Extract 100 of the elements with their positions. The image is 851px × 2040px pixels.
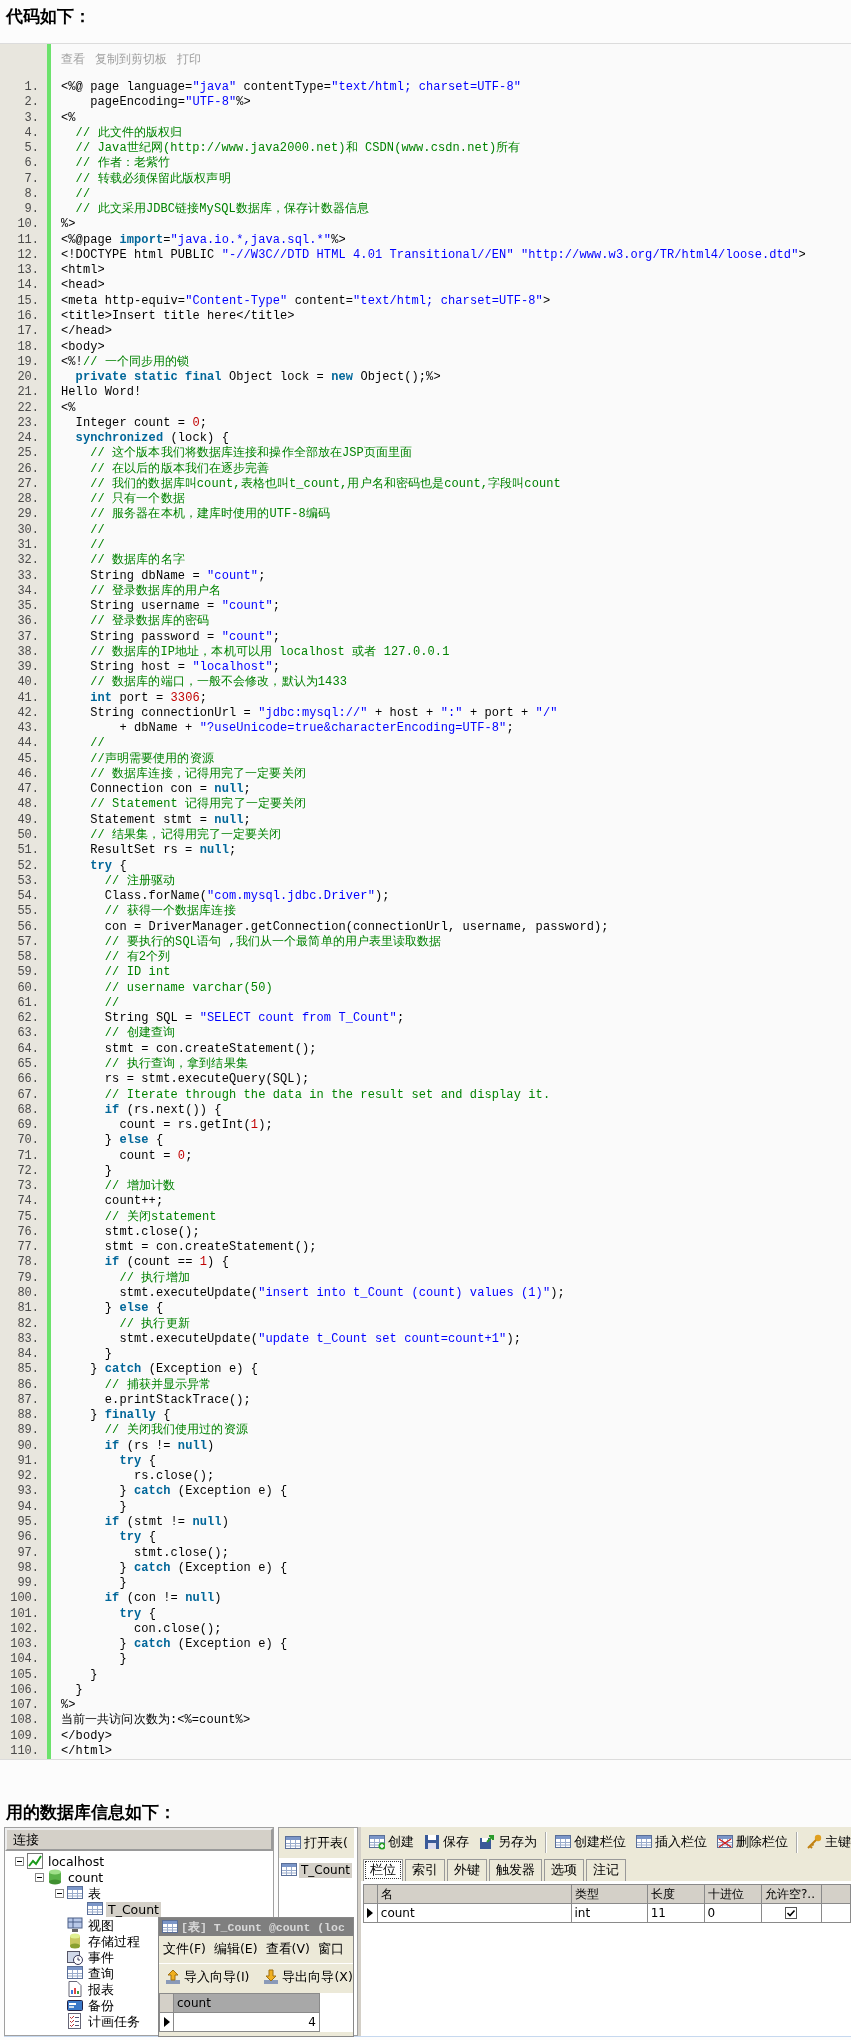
menu-item[interactable]: 编辑(E) bbox=[213, 1939, 258, 1960]
line-number: 94. bbox=[17, 1499, 39, 1514]
code-line: } finally { bbox=[89, 1408, 171, 1423]
menu-item[interactable]: 查看(V) bbox=[265, 1939, 310, 1960]
line-number: 105. bbox=[10, 1667, 39, 1682]
code-line: // Java世纪网(http://www.java2000.net)和 CSDN(www.csdn.net)所有 bbox=[74, 141, 521, 156]
code-line: } else { bbox=[103, 1133, 164, 1149]
table-icon bbox=[636, 1834, 652, 1851]
line-number: 108. bbox=[10, 1713, 39, 1728]
tree-item[interactable]: 计画任务 bbox=[86, 2013, 142, 2029]
code-line: } else { bbox=[103, 1301, 164, 1317]
code-line: + dbName + "?useUnicode=true&characterEncoding=UTF-8"; bbox=[118, 721, 514, 737]
code-line: <% bbox=[61, 400, 76, 416]
tab[interactable]: 选项 bbox=[544, 1859, 584, 1882]
line-number: 97. bbox=[17, 1545, 39, 1560]
tree-item[interactable]: 视图 bbox=[86, 1917, 116, 1933]
expander-icon[interactable] bbox=[35, 1872, 44, 1882]
line-number: 53. bbox=[17, 873, 39, 888]
code-line: } catch (Exception e) { bbox=[118, 1637, 288, 1653]
tree-item[interactable]: T_Count bbox=[106, 1901, 161, 1917]
tree-item[interactable]: 查询 bbox=[86, 1965, 116, 1981]
tree-item[interactable]: 备份 bbox=[86, 1997, 116, 2013]
table-icon bbox=[285, 1835, 301, 1852]
line-number: 74. bbox=[17, 1194, 39, 1209]
toolbar-button[interactable]: 插入栏位 bbox=[632, 1831, 711, 1853]
toolbar-button[interactable]: 主键 bbox=[802, 1831, 851, 1853]
table-icon bbox=[67, 1965, 83, 1982]
tab[interactable]: 索引 bbox=[405, 1859, 445, 1882]
code-line: // 数据库的IP地址，本机可以用 localhost 或者 127.0.0.1 bbox=[89, 644, 450, 661]
code-line: // 注册驱动 bbox=[103, 873, 176, 890]
expander-icon[interactable] bbox=[55, 1888, 64, 1898]
line-number: 104. bbox=[10, 1652, 39, 1667]
code-line: stmt = con.createStatement(); bbox=[103, 1041, 317, 1057]
tree-item[interactable]: 事件 bbox=[86, 1949, 116, 1965]
tree-item[interactable]: 存储过程 bbox=[86, 1933, 142, 1949]
code-line: // bbox=[89, 537, 105, 554]
code-line: if (rs != null) bbox=[103, 1438, 215, 1454]
toolbar-button[interactable]: 导入向导(I) bbox=[161, 1966, 254, 1988]
table-cell: 11 bbox=[647, 1903, 705, 1923]
line-number: 57. bbox=[17, 934, 39, 949]
line-number: 67. bbox=[17, 1087, 39, 1102]
code-line: // 服务器在本机，建库时使用的UTF-8编码 bbox=[89, 507, 331, 523]
object-item[interactable]: T_Count bbox=[299, 1862, 352, 1878]
floppy-icon bbox=[424, 1834, 440, 1851]
code-line: <%!// 一个同步用的锁 bbox=[61, 354, 190, 371]
line-number: 36. bbox=[17, 614, 39, 629]
line-number: 101. bbox=[10, 1606, 39, 1621]
table-cell: count bbox=[377, 1903, 571, 1923]
code-line: if (rs.next()) { bbox=[103, 1102, 222, 1119]
checkbox[interactable] bbox=[785, 1907, 798, 1920]
code-line: <meta http-equiv="Content-Type" content="text/html; charset=UTF-8"> bbox=[61, 293, 551, 309]
code-line: // 数据库的端口，一般不会修改，默认为1433 bbox=[89, 675, 347, 691]
tree-item[interactable]: 报表 bbox=[86, 1981, 116, 1997]
toolbar-button[interactable]: 创建 bbox=[365, 1831, 418, 1853]
tree-item[interactable]: count bbox=[66, 1869, 106, 1885]
tree-item[interactable]: 表 bbox=[86, 1885, 103, 1901]
line-number: 19. bbox=[17, 354, 39, 369]
line-number: 78. bbox=[17, 1255, 39, 1270]
tab[interactable]: 注记 bbox=[586, 1859, 626, 1882]
menu-item[interactable]: 窗口 bbox=[317, 1939, 344, 1960]
code-line: } bbox=[103, 1163, 113, 1180]
code-line: int port = 3306; bbox=[89, 690, 208, 706]
code-line: if (con != null) bbox=[103, 1591, 222, 1607]
line-number: 25. bbox=[17, 446, 39, 461]
toolbar-button[interactable]: 删除栏位 bbox=[713, 1831, 792, 1853]
code-line: String SQL = "SELECT count from T_Count"; bbox=[103, 1011, 405, 1026]
line-number: 21. bbox=[17, 385, 39, 400]
code-line: Connection con = null; bbox=[89, 782, 251, 797]
line-number: 65. bbox=[17, 1057, 39, 1071]
code-line: </head> bbox=[61, 324, 113, 340]
code-line: // 在以后的版本我们在逐步完善 bbox=[89, 461, 270, 477]
toolbar-button[interactable]: 导出向导(X) bbox=[259, 1966, 353, 1988]
open-table-button[interactable]: 打开表( bbox=[279, 1828, 354, 1859]
line-number: 18. bbox=[17, 339, 39, 354]
tab[interactable]: 触发器 bbox=[489, 1859, 542, 1882]
tab[interactable]: 栏位 bbox=[363, 1859, 403, 1882]
code-line: rs.close(); bbox=[133, 1469, 215, 1485]
toolbar-button[interactable]: 保存 bbox=[420, 1831, 473, 1853]
code-line: } catch (Exception e) { bbox=[118, 1560, 288, 1577]
code-line: String host = "localhost"; bbox=[89, 660, 281, 675]
line-number: 22. bbox=[17, 400, 39, 415]
toolbar-button[interactable]: 另存为 bbox=[475, 1831, 541, 1853]
toolbar-button[interactable]: 创建栏位 bbox=[551, 1831, 630, 1853]
line-number: 103. bbox=[10, 1637, 39, 1652]
code-line: // username varchar(50) bbox=[103, 980, 273, 996]
code-line: <title>Insert title here</title> bbox=[61, 309, 295, 325]
code-line: </html> bbox=[61, 1743, 113, 1760]
tree-item[interactable]: localhost bbox=[46, 1853, 107, 1869]
tab[interactable]: 外键 bbox=[447, 1859, 487, 1882]
code-line: // 执行更新 bbox=[118, 1316, 190, 1332]
code-line: pageEncoding="UTF-8"%> bbox=[89, 95, 251, 111]
code-line: // Iterate through the data in the result set and display it. bbox=[103, 1087, 551, 1103]
line-number: 70. bbox=[17, 1133, 39, 1148]
expander-icon[interactable] bbox=[15, 1856, 24, 1866]
line-number: 11. bbox=[17, 232, 39, 247]
up-arrow-icon bbox=[165, 1969, 181, 1986]
line-number: 49. bbox=[17, 812, 39, 827]
code-line: // 数据库连接，记得用完了一定要关闭 bbox=[89, 766, 306, 783]
menu-item[interactable]: 文件(F) bbox=[163, 1939, 206, 1960]
line-number: 20. bbox=[17, 370, 39, 385]
